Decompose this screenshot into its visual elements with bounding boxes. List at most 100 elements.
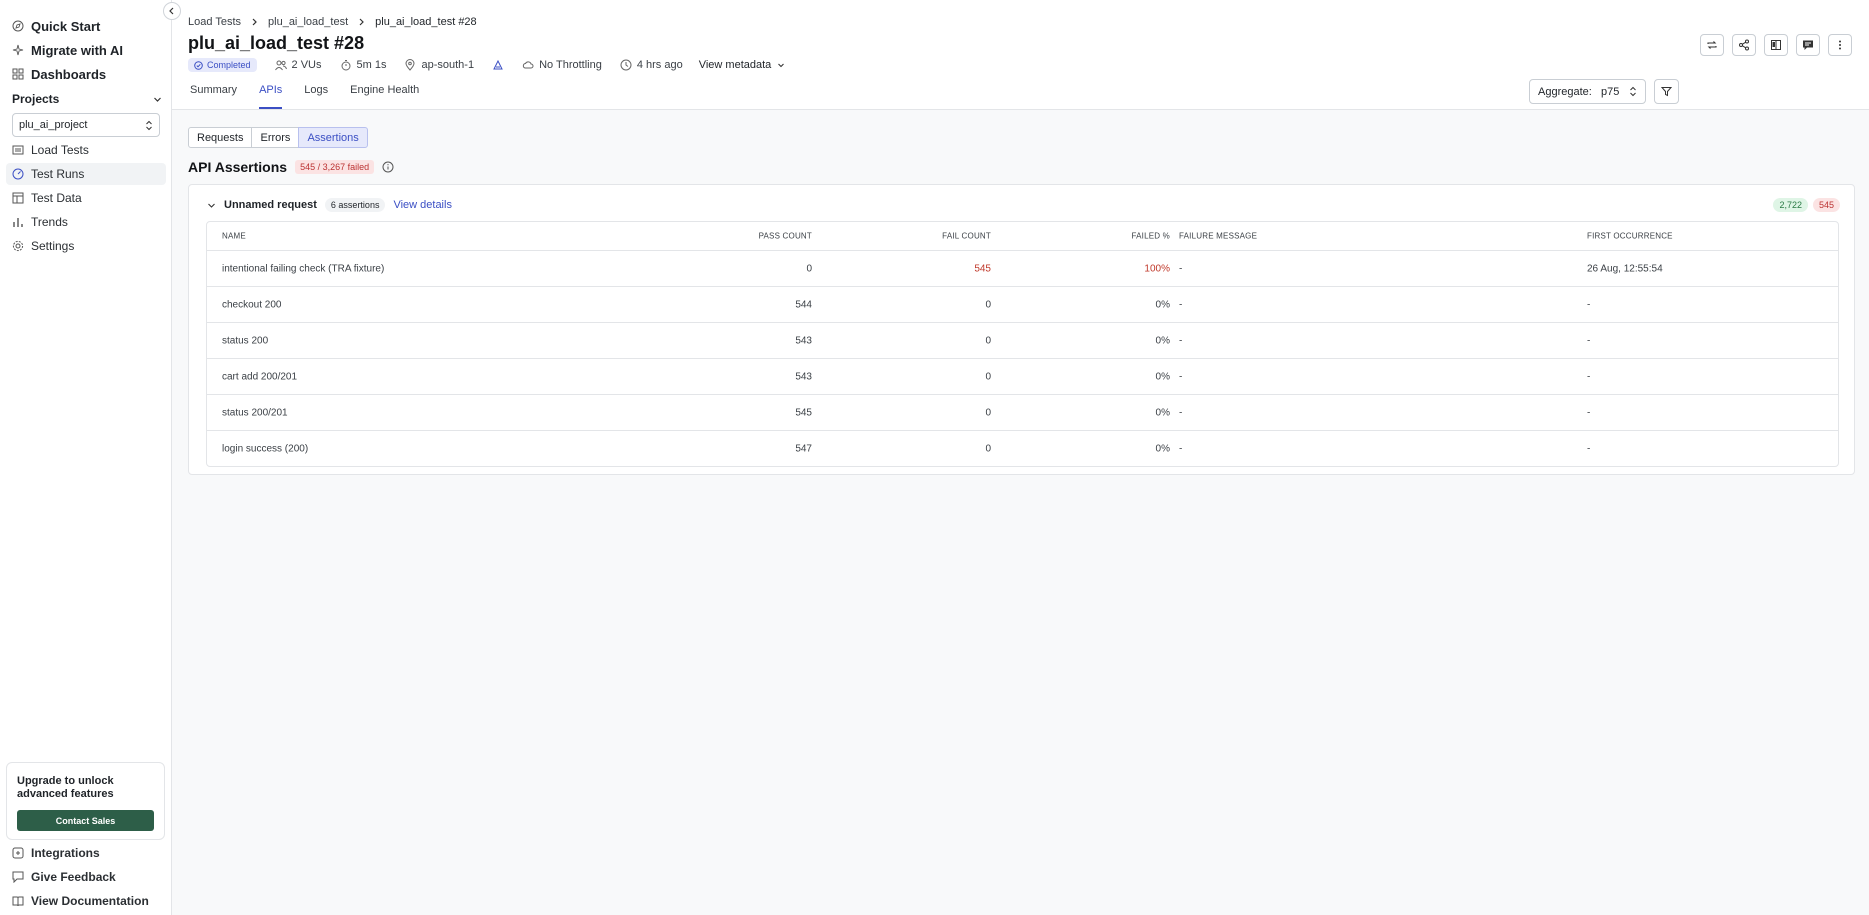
share-icon: [1739, 39, 1749, 51]
table-row[interactable]: intentional failing check (TRA fixture) …: [207, 250, 1838, 286]
cell-msg: -: [1179, 263, 1183, 274]
aggregate-select[interactable]: Aggregate: p75: [1529, 79, 1646, 104]
share-button[interactable]: [1732, 34, 1756, 56]
segment-assertions[interactable]: Assertions: [298, 127, 368, 148]
cell-name: status 200: [222, 335, 269, 346]
view-metadata-dropdown[interactable]: View metadata: [699, 59, 786, 71]
cell-first: 26 Aug, 12:55:54: [1587, 263, 1663, 274]
collapse-sidebar-button[interactable]: [163, 2, 181, 20]
message-icon: [12, 871, 24, 883]
check-circle-icon: [194, 60, 203, 70]
col-failure-message: FAILURE MESSAGE: [1179, 231, 1258, 241]
chevron-down-icon: [154, 97, 161, 102]
pass-total-badge: 2,722: [1773, 198, 1808, 212]
table-row[interactable]: status 200/201 545 0 0% - -: [207, 394, 1838, 430]
nav-trends-label: Trends: [31, 215, 68, 229]
chevron-right-icon: [252, 18, 257, 26]
upgrade-text: Upgrade to unlock advanced features: [17, 775, 114, 800]
table-icon: [12, 192, 24, 204]
meta-region: ap-south-1: [404, 59, 474, 71]
clock-icon: [620, 59, 632, 71]
cell-first: -: [1587, 407, 1591, 418]
tab-summary[interactable]: Summary: [190, 84, 237, 109]
chevron-down-icon: [778, 63, 785, 68]
nav-quick-start[interactable]: Quick Start: [6, 15, 166, 37]
project-select[interactable]: plu_ai_project: [12, 113, 160, 137]
nav-load-tests[interactable]: Load Tests: [6, 139, 166, 161]
compare-button[interactable]: [1764, 34, 1788, 56]
nav-feedback-label: Give Feedback: [31, 870, 116, 884]
tab-engine-health[interactable]: Engine Health: [350, 84, 419, 109]
col-pass-count: PASS COUNT: [758, 231, 812, 241]
col-first-occurrence: FIRST OCCURRENCE: [1587, 231, 1673, 241]
nav-trends[interactable]: Trends: [6, 211, 166, 233]
nav-settings[interactable]: Settings: [6, 235, 166, 257]
comment-icon: [1803, 40, 1813, 50]
gauge-icon: [12, 168, 24, 180]
table-row[interactable]: checkout 200 544 0 0% - -: [207, 286, 1838, 322]
runner-icon: [493, 59, 503, 70]
page-tabs: Summary APIs Logs Engine Health: [190, 84, 441, 109]
nav-dashboards[interactable]: Dashboards: [6, 63, 166, 85]
breadcrumb-load-tests[interactable]: Load Tests: [188, 16, 241, 28]
comments-button[interactable]: [1796, 34, 1820, 56]
nav-integrations[interactable]: Integrations: [6, 842, 166, 864]
tab-logs[interactable]: Logs: [304, 84, 328, 109]
meta-time-ago-text: 4 hrs ago: [636, 59, 683, 71]
cell-pct: 0%: [1155, 407, 1170, 418]
cell-pct: 0%: [1155, 371, 1170, 382]
cell-first: -: [1587, 335, 1591, 346]
breadcrumb: Load Tests plu_ai_load_test plu_ai_load_…: [188, 16, 477, 28]
meta-vus-text: 2 VUs: [291, 59, 322, 71]
aggregate-label: Aggregate: p75: [1538, 86, 1619, 98]
view-details-link[interactable]: View details: [393, 199, 452, 211]
meta-runner: [492, 59, 504, 71]
request-group-header[interactable]: Unnamed request 6 assertions View detail…: [207, 198, 452, 212]
cell-name: login success (200): [222, 443, 309, 454]
breadcrumb-test[interactable]: plu_ai_load_test: [268, 16, 348, 28]
nav-load-tests-label: Load Tests: [31, 143, 89, 157]
more-options-button[interactable]: [1828, 34, 1852, 56]
meta-duration: 5m 1s: [340, 59, 386, 71]
nav-test-data[interactable]: Test Data: [6, 187, 166, 209]
table-header-row: NAME PASS COUNT FAIL COUNT FAILED % FAIL…: [207, 222, 1838, 250]
cell-fail: 545: [974, 263, 991, 274]
segment-requests[interactable]: Requests: [188, 127, 253, 148]
cell-name: checkout 200: [222, 299, 282, 310]
cell-first: -: [1587, 371, 1591, 382]
cell-msg: -: [1179, 443, 1183, 454]
projects-section-header[interactable]: Projects: [12, 92, 162, 106]
meta-throttling: No Throttling: [522, 59, 602, 71]
cell-first: -: [1587, 299, 1591, 310]
failed-ratio-badge: 545 / 3,267 failed: [295, 160, 375, 174]
nav-test-runs[interactable]: Test Runs: [6, 163, 166, 185]
cell-pct: 0%: [1155, 299, 1170, 310]
cell-pass: 543: [795, 335, 812, 346]
list-icon: [12, 145, 24, 155]
table-row[interactable]: login success (200) 547 0 0% - -: [207, 430, 1838, 466]
cell-fail: 0: [985, 443, 991, 454]
header-actions: [1700, 34, 1852, 56]
chevron-down-icon[interactable]: [207, 201, 216, 210]
cell-msg: -: [1179, 407, 1183, 418]
nav-give-feedback[interactable]: Give Feedback: [6, 866, 166, 888]
cell-pct: 0%: [1155, 335, 1170, 346]
tab-apis[interactable]: APIs: [259, 84, 283, 109]
filter-button[interactable]: [1654, 79, 1679, 104]
nav-migrate-with-ai[interactable]: Migrate with AI: [6, 39, 166, 61]
table-row[interactable]: cart add 200/201 543 0 0% - -: [207, 358, 1838, 394]
updown-chevron-icon: [1630, 86, 1636, 97]
chevron-right-icon: [359, 18, 364, 26]
nav-docs-label: View Documentation: [31, 894, 149, 908]
segment-errors[interactable]: Errors: [251, 127, 300, 148]
bar-chart-icon: [13, 218, 23, 227]
projects-label: Projects: [12, 92, 60, 106]
rerun-button[interactable]: [1700, 34, 1724, 56]
contact-sales-button[interactable]: Contact Sales: [17, 810, 154, 831]
info-icon[interactable]: [382, 161, 394, 173]
meta-region-text: ap-south-1: [421, 59, 475, 71]
nav-view-documentation[interactable]: View Documentation: [6, 890, 166, 912]
table-row[interactable]: status 200 543 0 0% - -: [207, 322, 1838, 358]
pass-fail-totals: 2,722 545: [1773, 198, 1840, 212]
cell-pass: 0: [806, 263, 812, 274]
